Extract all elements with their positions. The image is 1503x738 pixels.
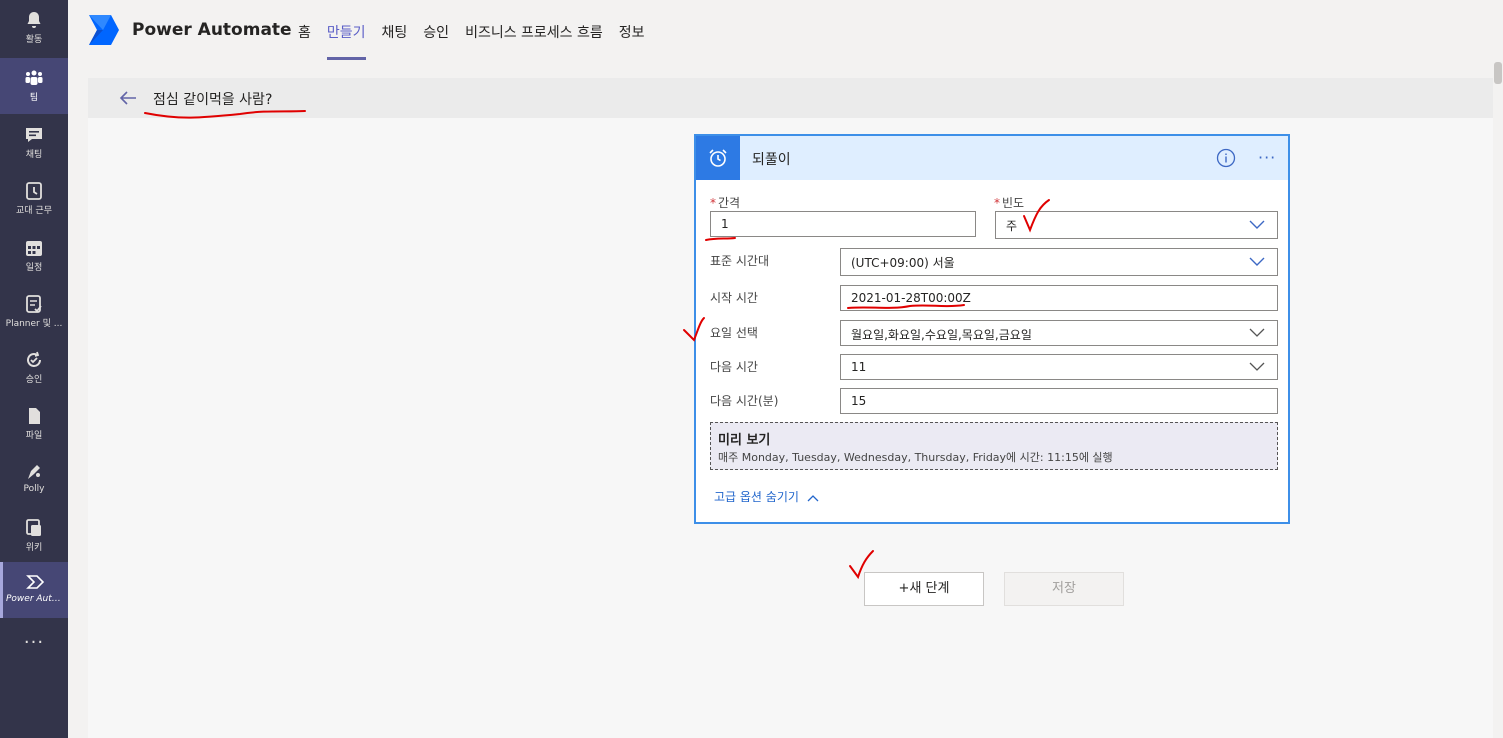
rail-item-shifts[interactable]: 교대 근무: [0, 171, 68, 227]
more-options-icon[interactable]: ···: [1258, 148, 1276, 167]
tab-about[interactable]: 정보: [611, 0, 653, 60]
more-apps-button[interactable]: ···: [0, 632, 68, 653]
required-mark: *: [994, 196, 1000, 210]
recurrence-trigger-card: 되풀이 ··· * 간격 1 * 빈도 주 표준 시간대 (UTC+09:00) 서…: [694, 134, 1290, 524]
flow-header-bar: 점심 같이먹을 사람?: [88, 78, 1493, 118]
rail-label: Power Auto...: [6, 594, 66, 604]
rail-label: 채팅: [25, 150, 43, 160]
card-header[interactable]: 되풀이 ···: [696, 136, 1288, 180]
interval-label: * 간격: [710, 194, 740, 211]
preview-text: 매주 Monday, Tuesday, Wednesday, Thursday,…: [718, 451, 1113, 464]
weekdays-dropdown[interactable]: 월요일,화요일,수요일,목요일,금요일: [840, 320, 1278, 346]
app-tabs: 홈 만들기 채팅 승인 비즈니스 프로세스 흐름 정보: [290, 0, 653, 60]
minutes-label: 다음 시간(분): [710, 394, 779, 408]
bell-icon: [27, 12, 41, 28]
card-header-icon-tile: [696, 136, 740, 180]
chevron-down-icon: [1249, 257, 1265, 266]
power-automate-logo-icon: [89, 15, 119, 45]
power-automate-icon: [25, 575, 44, 589]
advanced-link-text: 고급 옵션 숨기기: [714, 490, 799, 504]
teams-icon: [25, 70, 43, 85]
alarm-clock-icon: [709, 149, 727, 167]
back-arrow-icon[interactable]: [118, 88, 138, 108]
files-icon: [29, 408, 40, 424]
interval-label-text: 간격: [718, 196, 741, 210]
timezone-label: 표준 시간대: [710, 254, 770, 268]
rail-item-files[interactable]: 파일: [0, 396, 68, 452]
required-mark: *: [710, 196, 716, 210]
save-button[interactable]: 저장: [1004, 572, 1124, 606]
preview-title: 미리 보기: [718, 433, 771, 448]
hours-dropdown[interactable]: 11: [840, 354, 1278, 380]
card-title: 되풀이: [752, 152, 791, 168]
rail-item-teams[interactable]: 팀: [0, 58, 68, 114]
rail-item-calendar[interactable]: 일정: [0, 228, 68, 284]
minutes-input[interactable]: 15: [840, 388, 1278, 414]
frequency-label: * 빈도: [994, 194, 1024, 211]
tab-approvals[interactable]: 승인: [415, 0, 457, 60]
tab-business-process-flows[interactable]: 비즈니스 프로세스 흐름: [457, 0, 611, 60]
weekdays-label: 요일 선택: [710, 326, 758, 340]
rail-item-power-automate[interactable]: Power Auto...: [0, 562, 68, 618]
app-name: Power Automate: [132, 20, 292, 40]
rail-item-planner[interactable]: Planner 및 ...: [0, 284, 68, 340]
rail-label: Planner 및 ...: [5, 319, 63, 329]
rail-label: Polly: [23, 484, 45, 494]
rail-item-wiki[interactable]: 위키: [0, 508, 68, 564]
app-header: Power Automate 홈 만들기 채팅 승인 비즈니스 프로세스 흐름 …: [68, 0, 1503, 60]
hide-advanced-options-link[interactable]: 고급 옵션 숨기기: [714, 488, 819, 505]
rail-item-chat[interactable]: 채팅: [0, 115, 68, 171]
chevron-down-icon: [1249, 328, 1265, 337]
rail-label: 위키: [25, 543, 43, 553]
scrollbar-thumb[interactable]: [1494, 62, 1502, 84]
approvals-icon: [27, 351, 41, 367]
tab-create[interactable]: 만들기: [319, 0, 374, 60]
polly-icon: [28, 465, 40, 479]
weekdays-value: 월요일,화요일,수요일,목요일,금요일: [851, 328, 1032, 342]
schedule-preview: 미리 보기 매주 Monday, Tuesday, Wednesday, Thu…: [710, 422, 1278, 470]
timezone-value: (UTC+09:00) 서울: [851, 256, 955, 270]
rail-label: 일정: [25, 263, 43, 273]
wiki-icon: [26, 519, 41, 536]
planner-icon: [26, 295, 42, 313]
tab-chat[interactable]: 채팅: [374, 0, 416, 60]
frequency-label-text: 빈도: [1002, 196, 1025, 210]
rail-label: 활동: [25, 35, 43, 45]
new-step-button[interactable]: +새 단계: [864, 572, 984, 606]
rail-item-activity[interactable]: 활동: [0, 0, 68, 56]
hours-label: 다음 시간: [710, 360, 758, 374]
rail-label: 교대 근무: [16, 206, 52, 216]
interval-input[interactable]: 1: [710, 211, 976, 237]
rail-label: 팀: [29, 93, 39, 103]
chevron-down-icon: [1249, 220, 1265, 229]
frequency-value: 주: [1006, 219, 1018, 233]
info-icon[interactable]: [1216, 148, 1236, 168]
frequency-dropdown[interactable]: 주: [995, 211, 1278, 239]
vertical-scrollbar[interactable]: [1493, 62, 1503, 738]
shifts-clock-icon: [26, 182, 42, 200]
hours-value: 11: [851, 360, 867, 374]
rail-label: 승인: [25, 375, 43, 385]
rail-item-approvals[interactable]: 승인: [0, 340, 68, 396]
chevron-down-icon: [1249, 362, 1265, 371]
rail-label: 파일: [25, 431, 43, 441]
timezone-dropdown[interactable]: (UTC+09:00) 서울: [840, 248, 1278, 276]
chevron-up-icon: [807, 494, 819, 501]
flow-title: 점심 같이먹을 사람?: [153, 92, 273, 108]
rail-item-polly[interactable]: Polly: [0, 452, 68, 508]
tab-home[interactable]: 홈: [290, 0, 319, 60]
chat-icon: [26, 128, 42, 142]
calendar-icon: [26, 241, 42, 256]
start-time-label: 시작 시간: [710, 291, 758, 305]
teams-app-rail: 활동 팀 채팅 교대 근무 일정 Planner 및 ... 승인 파일 Pol…: [0, 0, 68, 738]
start-time-input[interactable]: 2021-01-28T00:00Z: [840, 285, 1278, 311]
